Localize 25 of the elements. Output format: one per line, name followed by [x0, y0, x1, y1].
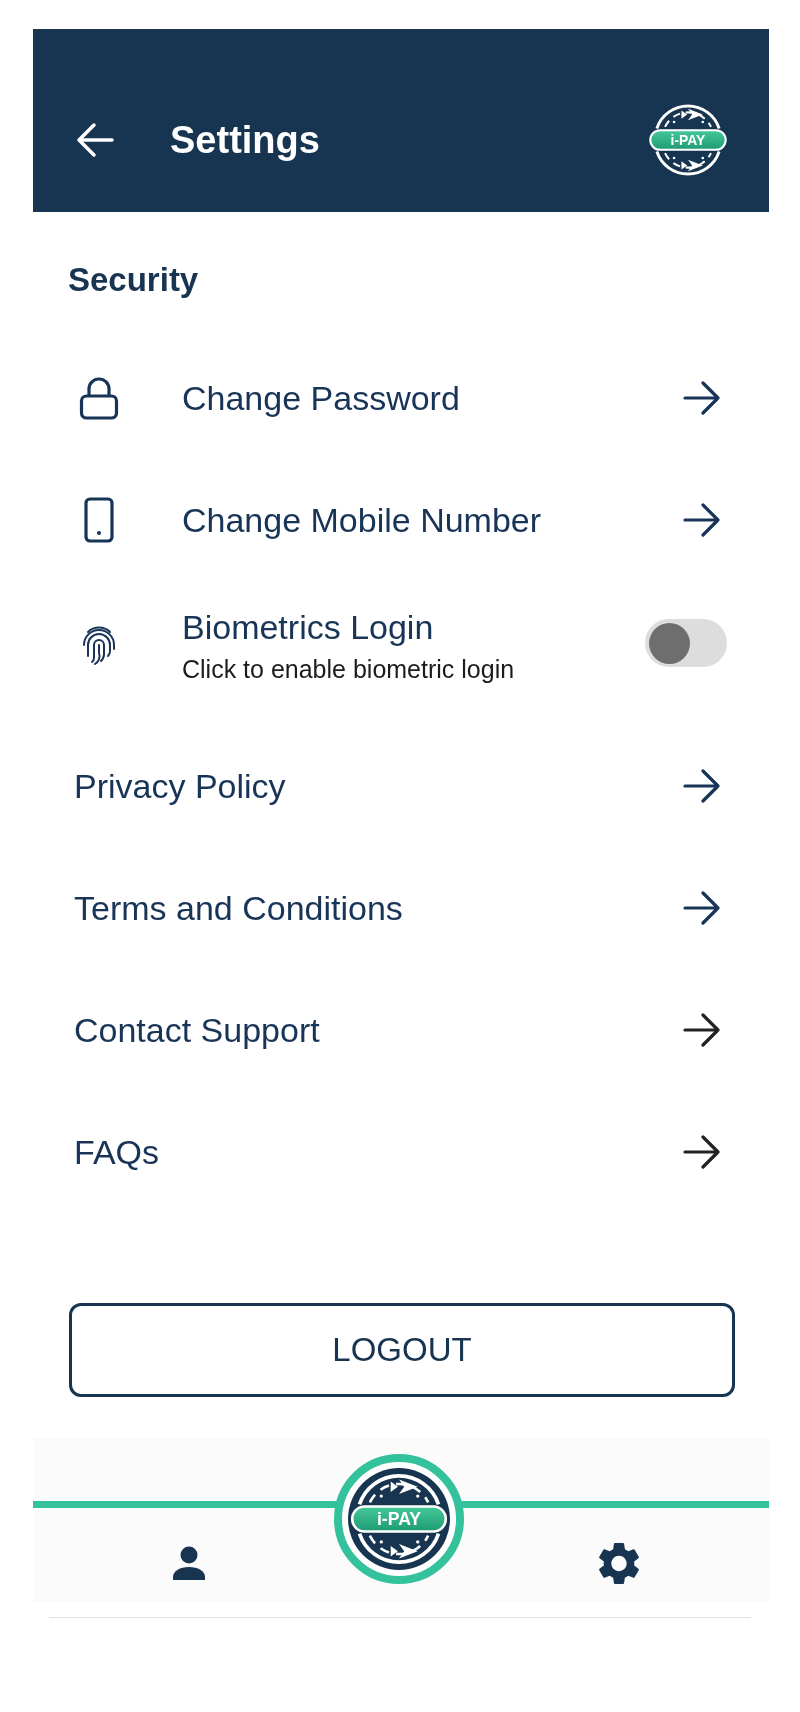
back-arrow-icon[interactable] [76, 122, 114, 158]
menu-item-subtitle: Click to enable biometric login [182, 654, 515, 685]
menu-item-label[interactable]: Privacy Policy [74, 766, 286, 806]
lock-icon [79, 376, 119, 420]
section-heading: Security [68, 261, 199, 298]
menu-item-label[interactable]: Change Password [182, 378, 460, 418]
menu-item-label[interactable]: Contact Support [74, 1010, 320, 1050]
menu-item-label[interactable]: FAQs [74, 1132, 160, 1172]
screen-title: Settings [170, 118, 320, 162]
arrow-right-icon[interactable] [683, 503, 721, 537]
settings-icon[interactable] [599, 1543, 639, 1584]
fingerprint-icon [81, 625, 117, 667]
arrow-right-icon[interactable] [683, 1013, 721, 1047]
toggle-switch[interactable] [645, 619, 727, 667]
person-icon[interactable] [172, 1546, 206, 1580]
arrow-right-icon[interactable] [683, 769, 721, 803]
arrow-right-icon[interactable] [683, 891, 721, 925]
arrow-right-icon[interactable] [683, 1135, 721, 1169]
menu-item-label[interactable]: Change Mobile Number [182, 500, 542, 540]
app-logo: i-PAY [647, 99, 729, 181]
arrow-right-icon[interactable] [683, 381, 721, 415]
menu-item-title: Biometrics Login [182, 607, 434, 647]
menu-item-label[interactable]: Terms and Conditions [74, 888, 403, 928]
logout-button[interactable]: LOGOUT [69, 1303, 735, 1397]
phone-icon [84, 497, 114, 543]
